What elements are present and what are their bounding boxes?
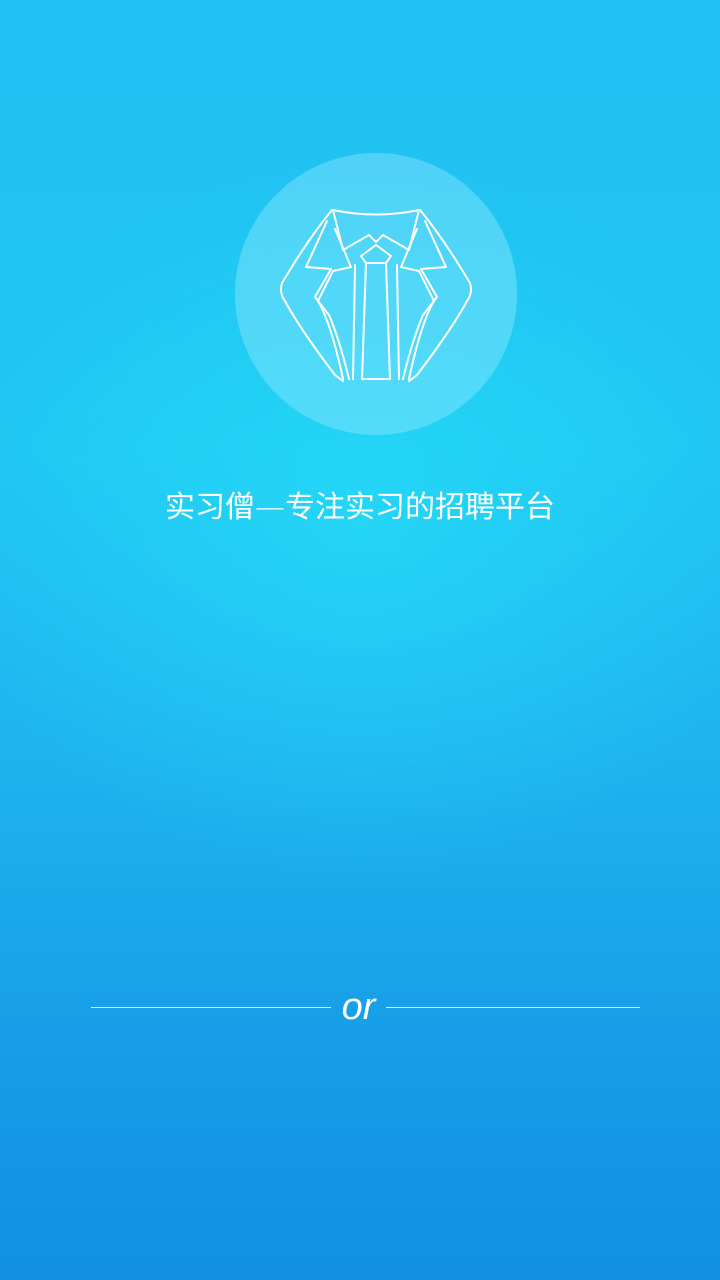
- divider-or-label: or: [341, 986, 376, 1028]
- app-logo: [235, 153, 517, 435]
- suit-shirt-tie-icon: [280, 209, 472, 382]
- divider-line-right: [386, 1007, 640, 1008]
- or-divider: or: [91, 980, 640, 1034]
- divider-line-left: [91, 1007, 331, 1008]
- app-slogan: 实习僧—专注实习的招聘平台: [165, 490, 555, 525]
